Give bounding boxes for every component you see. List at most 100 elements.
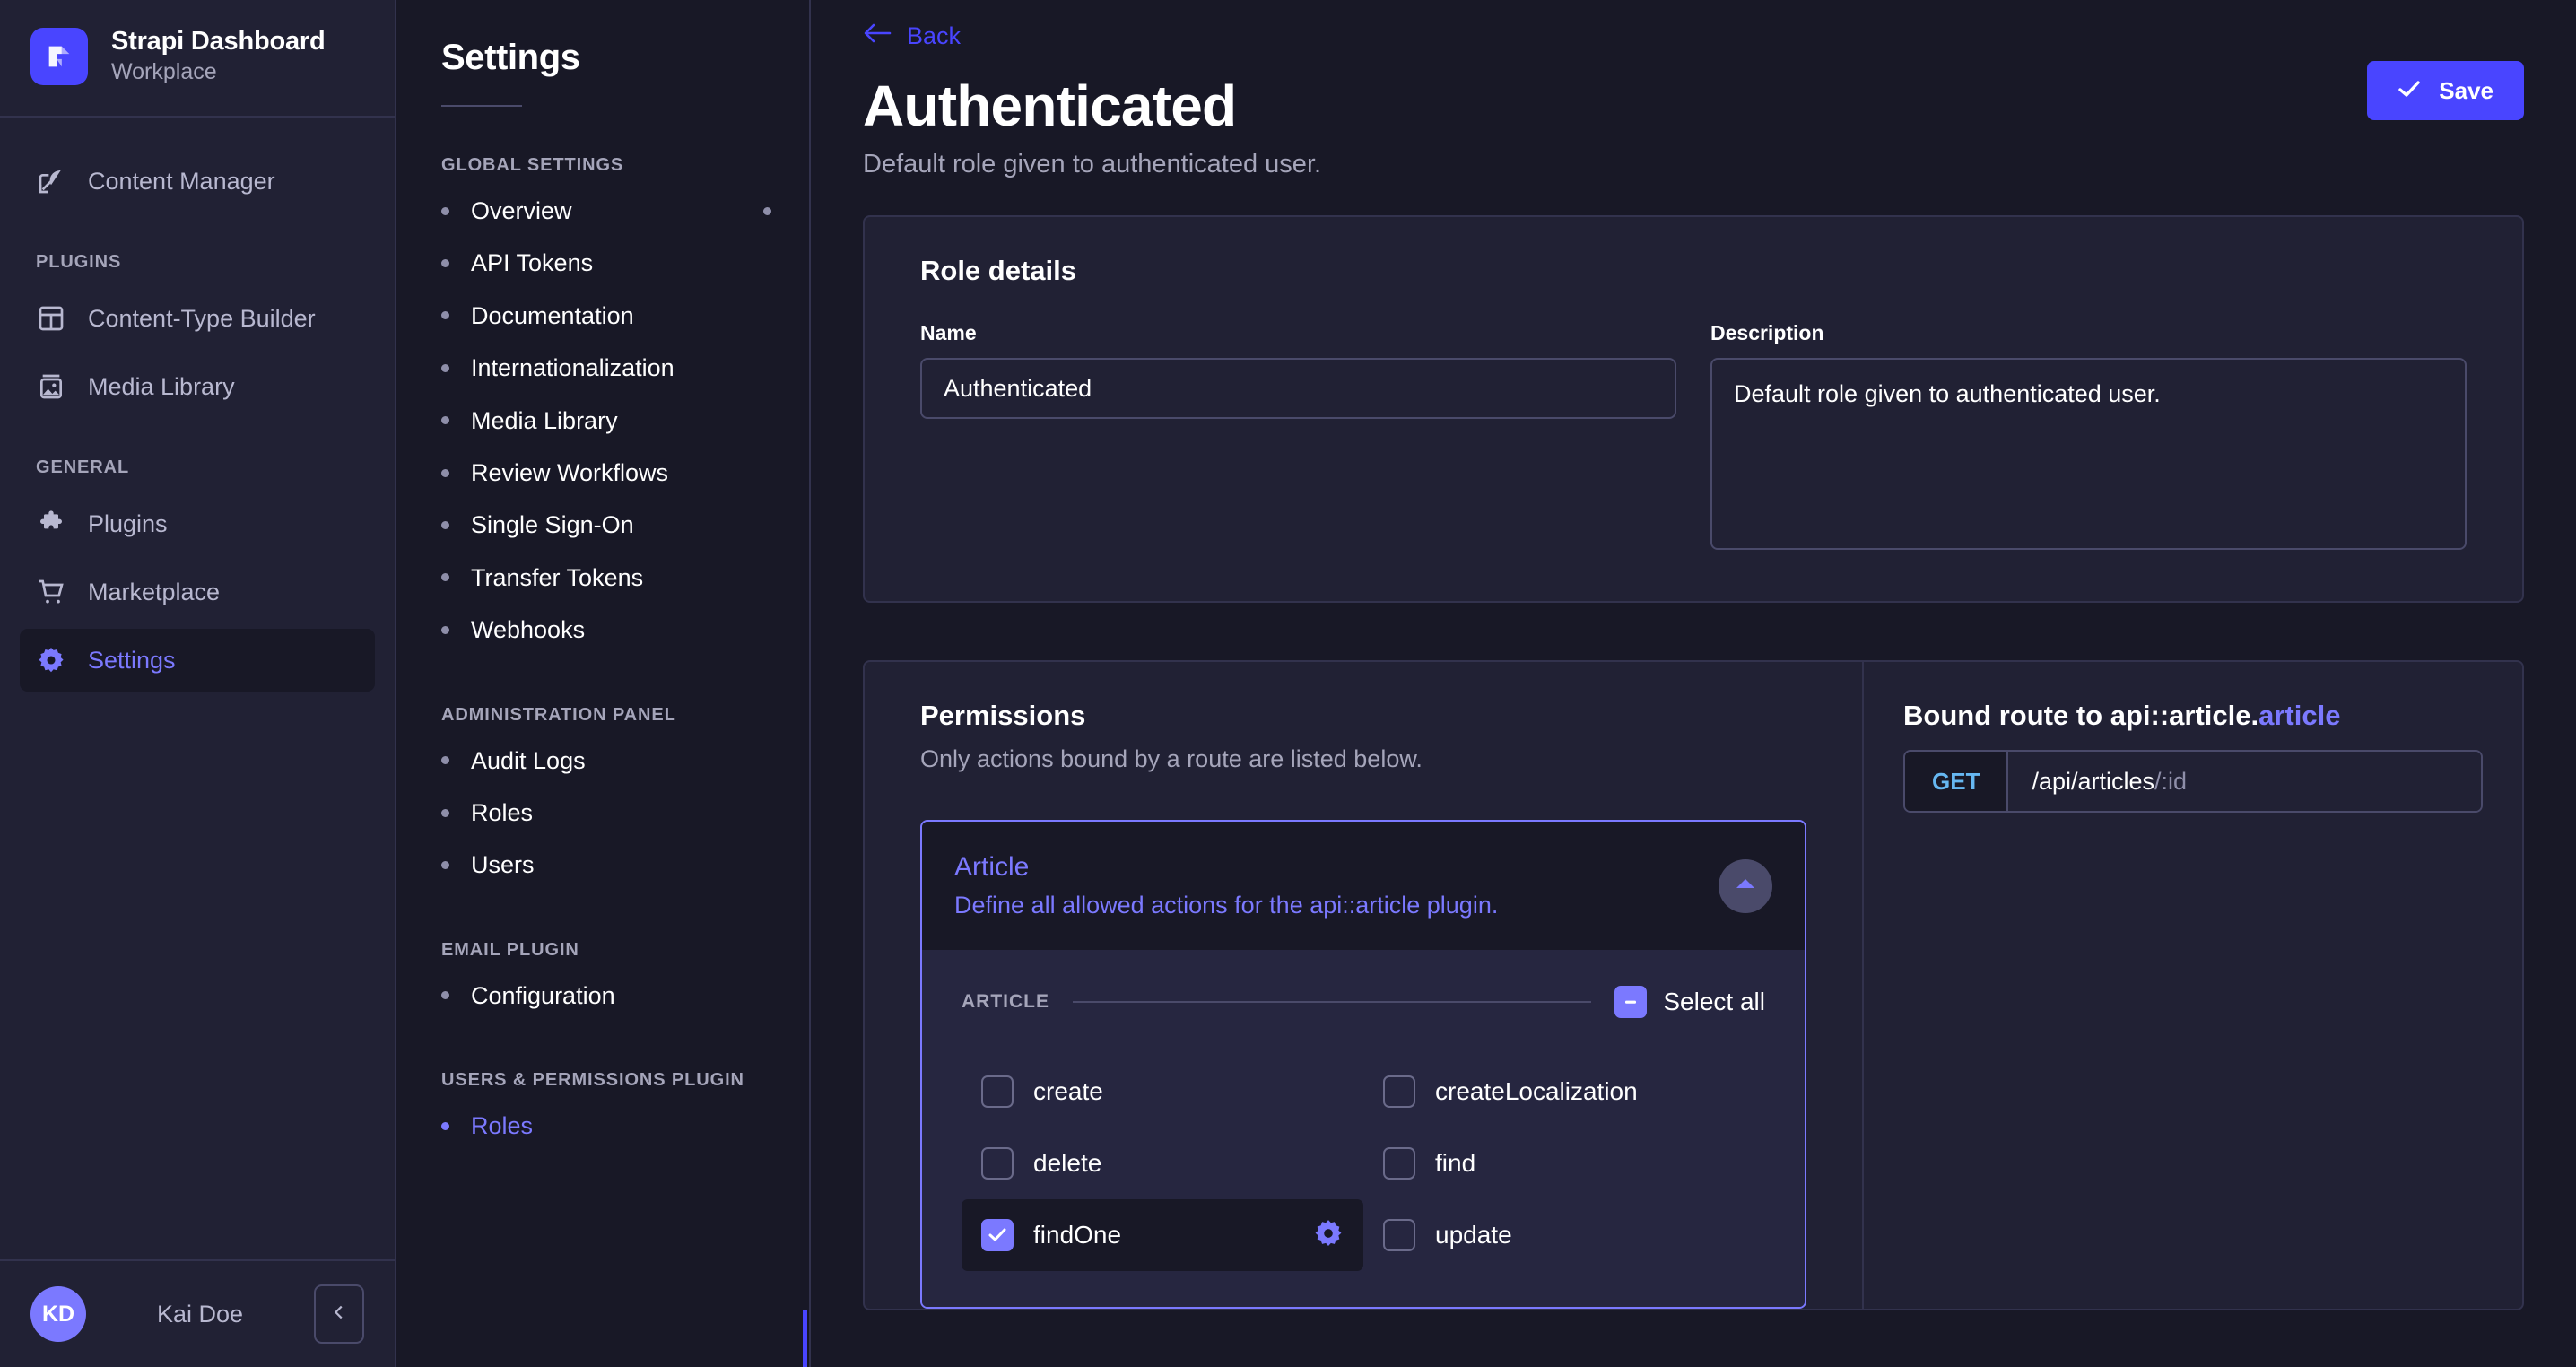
settings-item-media-library[interactable]: Media Library (396, 395, 809, 447)
arrow-left-icon (863, 22, 892, 51)
puzzle-icon (36, 509, 66, 539)
accordion-name: Article (954, 852, 1030, 883)
permission-settings-gear-icon[interactable] (1313, 1218, 1344, 1253)
role-details-title: Role details (920, 255, 1076, 287)
bullet-icon (441, 311, 449, 320)
sidebar-item-settings[interactable]: Settings (20, 629, 375, 692)
brand-subtitle: Workplace (111, 59, 217, 85)
bullet-icon (441, 206, 449, 215)
name-field-group: Name (920, 321, 1676, 554)
permission-find[interactable]: find (1363, 1128, 1765, 1199)
settings-divider (441, 105, 522, 107)
article-accordion-header[interactable]: Article Define all allowed actions for t… (922, 822, 1805, 951)
sidebar-item-plugins[interactable]: Plugins (20, 492, 375, 555)
permission-create[interactable]: create (962, 1056, 1363, 1128)
bound-route-title: Bound route to api::article.article (1903, 700, 2483, 732)
settings-item-label: Users (471, 851, 535, 879)
accordion-toggle-button[interactable] (1719, 858, 1772, 913)
sidebar-footer: KD Kai Doe (0, 1259, 395, 1367)
bullet-icon (441, 625, 449, 634)
article-accordion: Article Define all allowed actions for t… (920, 820, 1806, 1310)
brand-header[interactable]: Strapi Dashboard Workplace (0, 0, 395, 118)
settings-item-label: Media Library (471, 406, 618, 434)
page-subtitle: Default role given to authenticated user… (863, 150, 1322, 179)
settings-item-label: Webhooks (471, 616, 586, 644)
layout-icon (36, 303, 66, 334)
settings-item-review-workflows[interactable]: Review Workflows (396, 447, 809, 499)
avatar[interactable]: KD (30, 1286, 86, 1342)
bound-route-panel: Bound route to api::article.article GET … (1864, 662, 2522, 1309)
permissions-section: Permissions Only actions bound by a rout… (863, 660, 2524, 1311)
settings-panel-header: Settings (396, 38, 809, 107)
permission-checkbox[interactable] (1383, 1075, 1415, 1109)
name-input[interactable] (920, 358, 1676, 420)
bullet-icon (441, 808, 449, 817)
article-accordion-body: ARTICLE Select all create createLocaliza… (922, 950, 1805, 1308)
settings-item-documentation[interactable]: Documentation (396, 290, 809, 342)
settings-panel: Settings GLOBAL SETTINGS Overview API To… (396, 0, 811, 1367)
brand-title: Strapi Dashboard (111, 27, 326, 56)
settings-item-api-tokens[interactable]: API Tokens (396, 237, 809, 289)
sidebar-collapse-button[interactable] (314, 1284, 364, 1344)
permission-delete[interactable]: delete (962, 1128, 1363, 1199)
settings-item-webhooks[interactable]: Webhooks (396, 604, 809, 656)
save-label: Save (2439, 76, 2493, 104)
settings-item-label: Transfer Tokens (471, 563, 644, 591)
description-label: Description (1710, 321, 1824, 345)
bullet-icon (441, 259, 449, 268)
permission-label: update (1435, 1221, 1512, 1249)
settings-item-label: Single Sign-On (471, 511, 634, 539)
select-all-checkbox[interactable] (1614, 986, 1648, 1019)
settings-item-admin-users[interactable]: Users (396, 839, 809, 891)
sidebar-group-label-general: GENERAL (36, 457, 130, 478)
main-content: Back Authenticated Default role given to… (811, 0, 2576, 1367)
settings-item-label: Configuration (471, 981, 615, 1009)
route-path-base: /api/articles (2032, 767, 2155, 795)
sidebar-item-content-manager[interactable]: Content Manager (20, 150, 375, 213)
settings-item-overview[interactable]: Overview (396, 185, 809, 237)
sidebar-nav: Content Manager PLUGINS Content-Type Bui… (0, 118, 395, 1259)
bullet-icon (441, 521, 449, 530)
back-label: Back (907, 22, 962, 49)
settings-item-transfer-tokens[interactable]: Transfer Tokens (396, 552, 809, 604)
sidebar-item-content-type-builder[interactable]: Content-Type Builder (20, 287, 375, 350)
settings-item-internationalization[interactable]: Internationalization (396, 342, 809, 394)
permission-label: delete (1033, 1149, 1102, 1178)
permission-label: find (1435, 1149, 1476, 1178)
bullet-icon (441, 860, 449, 869)
settings-item-users-permissions-roles[interactable]: Roles (396, 1100, 809, 1152)
settings-item-label: Overview (471, 197, 572, 224)
select-all-control[interactable]: Select all (1614, 986, 1765, 1019)
settings-item-single-sign-on[interactable]: Single Sign-On (396, 499, 809, 551)
bullet-icon (441, 756, 449, 765)
sidebar-item-media-library[interactable]: Media Library (20, 355, 375, 418)
settings-item-audit-logs[interactable]: Audit Logs (396, 735, 809, 787)
permission-update[interactable]: update (1363, 1199, 1765, 1271)
settings-item-email-configuration[interactable]: Configuration (396, 970, 809, 1022)
main-sidebar: Strapi Dashboard Workplace Content Manag… (0, 0, 396, 1367)
sidebar-item-label: Content Manager (88, 167, 275, 195)
route-display: GET /api/articles/:id (1903, 750, 2483, 814)
save-button[interactable]: Save (2367, 61, 2524, 120)
settings-item-admin-roles[interactable]: Roles (396, 787, 809, 839)
sidebar-item-label: Media Library (88, 372, 235, 400)
sidebar-item-marketplace[interactable]: Marketplace (20, 561, 375, 623)
permission-checkbox[interactable] (1383, 1219, 1415, 1252)
permission-checkbox[interactable] (981, 1075, 1014, 1109)
permission-checkbox[interactable] (981, 1147, 1014, 1180)
back-link[interactable]: Back (863, 16, 961, 57)
settings-item-label: Roles (471, 1112, 534, 1140)
description-textarea[interactable]: Default role given to authenticated user… (1710, 358, 2467, 551)
permission-findone[interactable]: findOne (962, 1199, 1363, 1272)
settings-panel-scrollbar[interactable] (803, 1310, 807, 1367)
permission-label: create (1033, 1077, 1103, 1106)
sidebar-item-label: Marketplace (88, 578, 221, 605)
permission-createlocalization[interactable]: createLocalization (1363, 1056, 1765, 1128)
permission-checkbox[interactable] (981, 1219, 1014, 1252)
feather-icon (36, 166, 66, 196)
settings-item-label: API Tokens (471, 249, 594, 277)
settings-group-label-email: EMAIL PLUGIN (441, 939, 579, 960)
permission-checkbox[interactable] (1383, 1147, 1415, 1180)
bullet-icon (441, 1121, 449, 1130)
bound-route-title-prefix: Bound route to api::article. (1903, 700, 2259, 732)
